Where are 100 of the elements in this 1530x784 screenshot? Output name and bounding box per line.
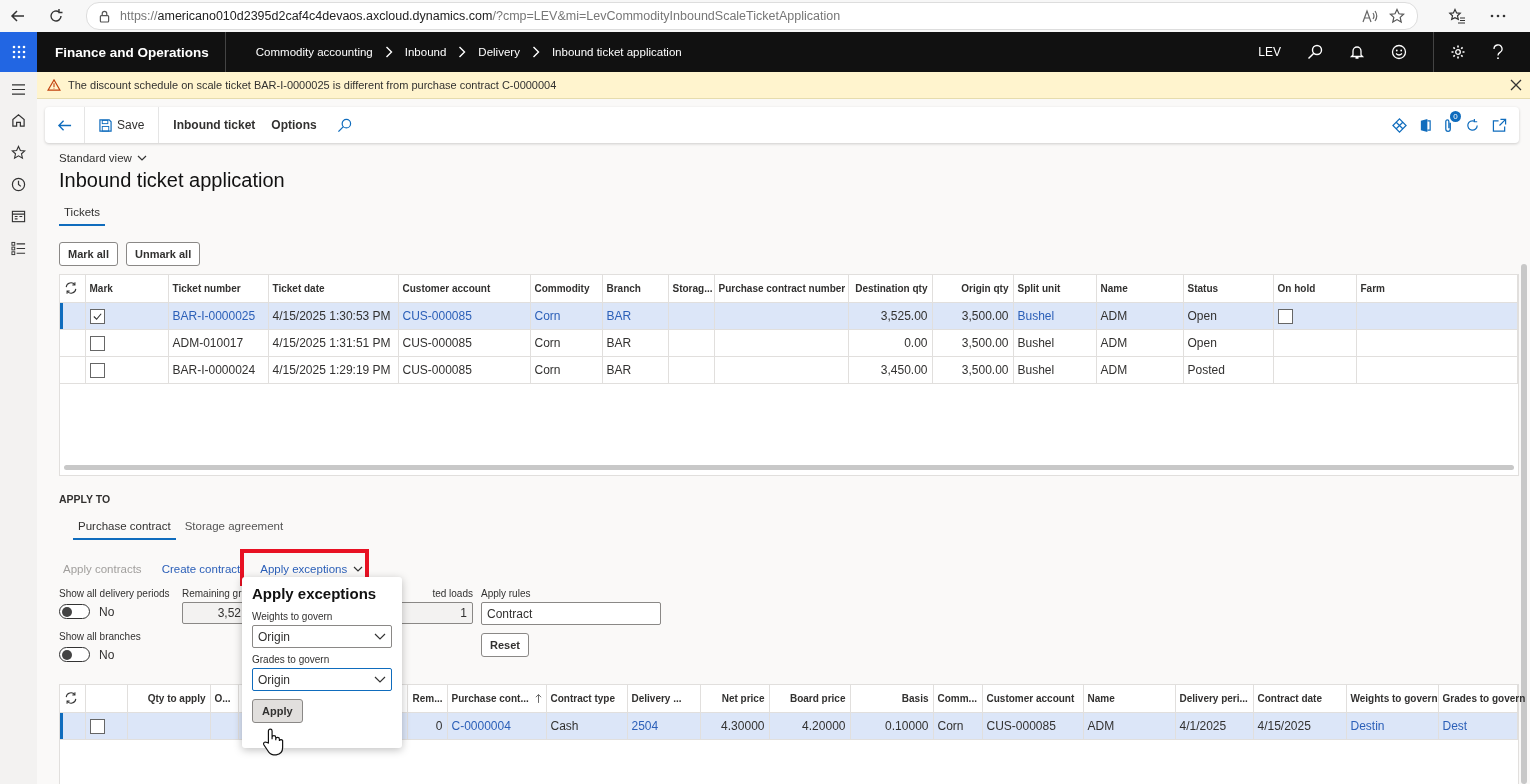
checkbox[interactable] [1277,308,1293,324]
column-header[interactable]: Commodity [530,275,602,303]
apply-button[interactable]: Apply [252,699,303,723]
reset-button[interactable]: Reset [481,633,529,657]
column-header[interactable]: Customer account [398,275,530,303]
paperclip-icon[interactable] [1444,117,1453,133]
cell-link[interactable]: BAR [606,309,632,323]
view-selector[interactable]: Standard view [59,152,147,164]
input-field[interactable]: Contract [481,602,661,625]
search-icon[interactable] [1307,44,1323,60]
save-button[interactable]: Save [97,118,147,132]
table-cell: 0.10000 [885,719,929,733]
app-title[interactable]: Finance and Operations [55,44,209,60]
office-icon[interactable] [1419,117,1432,133]
table-cell: 4.20000 [802,719,846,733]
field-label: Remaining gr [182,588,243,599]
address-bar[interactable]: https://americano010d2395d2caf4c4devaos.axcloud.dynamics.com/?cmp=LEV&mi=LevCommodityInboundScaleTicketApplication [86,2,1418,30]
bell-icon[interactable] [1349,44,1365,60]
column-header[interactable]: Qty to apply [147,693,206,704]
app-launcher-button[interactable] [0,32,37,72]
column-header[interactable]: Contract type [550,693,615,704]
pop-out-icon[interactable] [1492,117,1507,133]
cell-link[interactable]: Corn [534,309,561,323]
action-tab[interactable]: Options [269,118,319,132]
column-header[interactable]: Delivery ... [631,693,682,704]
cell-link[interactable]: 2504 [631,719,659,733]
unmark-all-button[interactable]: Unmark all [125,242,201,266]
checkbox[interactable] [89,362,105,378]
clock-icon[interactable] [11,177,26,192]
select-field[interactable]: Origin [252,668,392,691]
more-icon[interactable] [1490,14,1506,18]
cell-link[interactable]: Destin [1350,719,1385,733]
list-icon[interactable] [11,241,26,256]
refresh-icon[interactable] [64,690,78,705]
column-header[interactable]: Destination qty [848,275,932,303]
column-header[interactable]: Basis [901,693,929,704]
column-header[interactable]: Customer account [986,693,1075,704]
company-label[interactable]: LEV [1258,45,1281,59]
column-header[interactable]: On hold [1273,275,1356,303]
column-header[interactable]: Mark [85,275,168,303]
workspace-icon[interactable] [11,209,26,224]
tab[interactable]: Purchase contract [73,518,176,540]
column-header[interactable]: Board price [789,693,846,704]
settings-icon[interactable] [1450,44,1466,60]
checkbox[interactable] [89,718,105,734]
table-cell: 3,500.00 [961,363,1009,377]
tab[interactable]: Storage agreement [179,518,289,540]
breadcrumb-link[interactable]: Commodity accounting [255,46,373,58]
action-link[interactable]: Apply exceptions [256,563,368,575]
column-header[interactable]: Storag... [668,275,714,303]
scrollbar[interactable] [64,465,1514,470]
table-cell: Bushel [1017,336,1055,350]
help-icon[interactable] [1492,44,1504,60]
column-header[interactable]: Purchase cont... [451,692,529,704]
star-icon[interactable] [11,145,26,160]
action-tab[interactable]: Inbound ticket [171,118,258,132]
column-header[interactable]: Purchase contract number [714,275,848,303]
column-header[interactable]: Name [1096,275,1183,303]
column-header[interactable]: Farm [1356,275,1518,303]
column-header[interactable]: Split unit [1013,275,1096,303]
breadcrumb-link[interactable]: Delivery [478,46,520,58]
checkbox[interactable] [89,335,105,351]
table-cell: Cash [550,719,579,733]
column-header[interactable]: Rem... [412,693,443,704]
favorite-star-icon[interactable] [1389,8,1405,24]
column-header[interactable]: Ticket date [268,275,398,303]
column-header[interactable]: Net price [721,693,765,704]
tab[interactable]: Tickets [59,204,105,226]
column-header[interactable]: Name [1087,693,1115,704]
lock-icon[interactable] [99,9,110,23]
read-aloud-icon[interactable] [1361,8,1379,24]
column-header[interactable]: Origin qty [932,275,1013,303]
refresh-icon[interactable] [48,8,64,24]
table-cell: CUS-000085 [986,719,1056,733]
column-header[interactable]: Branch [602,275,668,303]
favorites-list-icon[interactable] [1448,8,1466,24]
breadcrumb-link[interactable]: Inbound [404,46,447,58]
checkbox[interactable] [89,308,105,324]
diamond-icon[interactable] [1392,117,1407,133]
column-header[interactable]: Contract date [1257,693,1322,704]
toggle-switch[interactable] [59,647,90,662]
column-header[interactable]: Delivery peri... [1179,693,1248,704]
select-field[interactable]: Origin [252,625,392,648]
breadcrumb-link[interactable]: Inbound ticket application [551,46,682,58]
column-header[interactable]: Weights to govern [1350,693,1438,704]
column-header[interactable]: Grades to govern [1442,693,1526,704]
cell-link[interactable]: Dest [1442,719,1468,733]
home-icon[interactable] [11,113,26,128]
column-header[interactable]: Status [1183,275,1273,303]
smiley-icon[interactable] [1391,44,1407,60]
column-header[interactable]: O... [214,693,231,704]
refresh-icon[interactable] [64,280,78,295]
close-icon[interactable] [1510,79,1522,91]
menu-icon[interactable] [11,83,26,96]
column-header[interactable]: Comm... [937,693,977,704]
back-icon[interactable] [10,8,26,24]
column-header[interactable]: Ticket number [168,275,268,303]
toggle-switch[interactable] [59,604,90,619]
action-link[interactable]: Create contract [157,563,245,575]
mark-all-button[interactable]: Mark all [59,242,118,266]
